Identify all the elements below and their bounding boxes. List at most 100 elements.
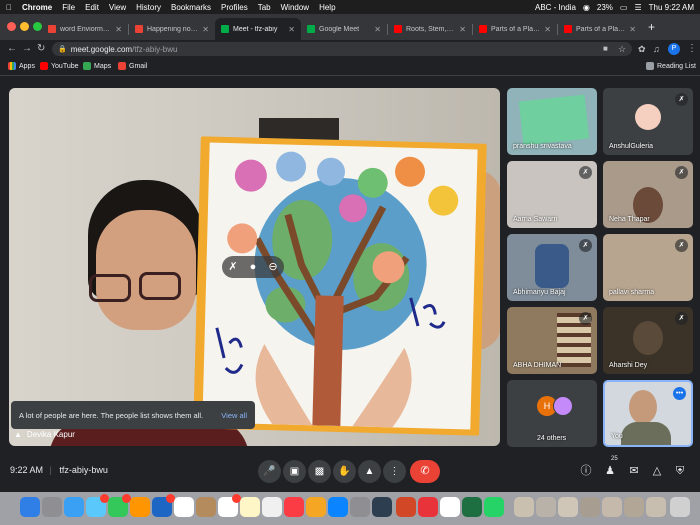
close-icon[interactable]: ✕: [629, 25, 636, 34]
people-icon[interactable]: ♟: [603, 463, 617, 479]
window-close-button[interactable]: [7, 22, 16, 31]
notes-icon[interactable]: [240, 497, 260, 517]
bookmark-gmail[interactable]: Gmail: [118, 62, 147, 70]
apple-icon[interactable]: : [6, 3, 12, 12]
tab-roots-stem[interactable]: Roots, Stem, Leave ✕: [388, 18, 472, 40]
view-all-button[interactable]: View all: [221, 411, 247, 420]
photos-icon[interactable]: [130, 497, 150, 517]
tab-meet-active[interactable]: Meet - tfz-abiy ✕: [215, 18, 301, 40]
meeting-details[interactable]: 9:22 AM | tfz-abiy-bwu: [10, 465, 108, 475]
recent-window-icon[interactable]: [602, 497, 622, 517]
participant-tile-abhimanyu[interactable]: ✗ Abhimanyu Bajaj: [507, 234, 597, 301]
finder-icon[interactable]: [20, 497, 40, 517]
mic-off-icon[interactable]: ✗: [226, 260, 240, 274]
participant-tile-abha[interactable]: ✗ ABHA DHIMAN: [507, 307, 597, 374]
close-icon[interactable]: ✕: [115, 25, 122, 34]
menu-bookmarks[interactable]: Bookmarks: [171, 3, 211, 12]
bookmark-maps[interactable]: Maps: [83, 62, 111, 70]
pin-icon[interactable]: ▲: [14, 430, 22, 439]
messages-icon[interactable]: [108, 494, 131, 517]
window-zoom-button[interactable]: [33, 22, 42, 31]
more-menu-icon[interactable]: ⋮: [687, 43, 697, 55]
menu-profiles[interactable]: Profiles: [221, 3, 248, 12]
participant-tile-anshul[interactable]: ✗ AnshulGuleria: [603, 88, 693, 155]
acrobat-icon[interactable]: [418, 497, 438, 517]
participant-tile-others[interactable]: H 24 others: [507, 380, 597, 447]
recent-window-icon[interactable]: [580, 497, 600, 517]
bookmark-youtube[interactable]: YouTube: [40, 62, 79, 70]
input-source-indicator[interactable]: ABC - India: [535, 3, 576, 12]
mic-icon[interactable]: ●: [246, 260, 260, 274]
recent-window-icon[interactable]: [536, 497, 556, 517]
participant-tile-neha[interactable]: ✗ Neha Thapar: [603, 161, 693, 228]
activities-icon[interactable]: △: [650, 463, 664, 479]
quicktime-icon[interactable]: [372, 497, 392, 517]
menu-edit[interactable]: Edit: [85, 3, 99, 12]
chat-icon[interactable]: ✉: [627, 463, 641, 479]
music-icon[interactable]: [284, 497, 304, 517]
camera-in-use-icon[interactable]: ■: [603, 43, 608, 55]
captions-button[interactable]: ▩: [308, 460, 331, 483]
menu-window[interactable]: Window: [281, 3, 309, 12]
participant-tile-aarna[interactable]: ✗ Aarna Sawarn: [507, 161, 597, 228]
host-controls-icon[interactable]: ⛨: [673, 463, 687, 479]
remove-icon[interactable]: ⊖: [266, 260, 280, 274]
participant-tile-pranshu[interactable]: pranshu srivastava: [507, 88, 597, 155]
calendar-icon[interactable]: [218, 494, 241, 517]
app-store-icon[interactable]: [328, 497, 348, 517]
close-icon[interactable]: ✕: [459, 25, 466, 34]
tab-parts-of-plant-2[interactable]: Parts of a Plant for ✕: [558, 18, 642, 40]
wifi-icon[interactable]: ◉: [583, 3, 590, 12]
excel-icon[interactable]: [462, 497, 482, 517]
back-arrow-icon[interactable]: ←: [7, 43, 17, 55]
camera-button[interactable]: ▣: [283, 460, 306, 483]
raise-hand-button[interactable]: ✋: [333, 460, 356, 483]
powerpoint-icon[interactable]: [396, 497, 416, 517]
microphone-button[interactable]: 🎤: [258, 460, 281, 483]
contacts-icon[interactable]: [196, 497, 216, 517]
tab-parts-of-plant-1[interactable]: Parts of a Plant for ✕: [473, 18, 557, 40]
extensions-icon[interactable]: ✿: [638, 43, 646, 55]
media-control-icon[interactable]: ♫: [653, 43, 660, 55]
launchpad-icon[interactable]: [42, 497, 62, 517]
more-options-icon[interactable]: •••: [673, 387, 686, 400]
battery-percent[interactable]: 23%: [597, 3, 613, 12]
menu-file[interactable]: File: [62, 3, 75, 12]
tab-word-environment[interactable]: word Enviorment d ✕: [42, 18, 128, 40]
address-bar[interactable]: 🔒 meet.google.com/tfz-abiy-bwu: [52, 42, 632, 56]
trash-icon[interactable]: [670, 497, 690, 517]
recent-window-icon[interactable]: [624, 497, 644, 517]
tab-happening-now[interactable]: Happening now: Pa ✕: [129, 18, 215, 40]
participant-tile-self[interactable]: ••• You: [603, 380, 693, 447]
recent-window-icon[interactable]: [558, 497, 578, 517]
safari-icon[interactable]: [64, 497, 84, 517]
recent-window-icon[interactable]: [514, 497, 534, 517]
participant-tile-pallavi[interactable]: ✗ pallavi sharma: [603, 234, 693, 301]
pencil-app-icon[interactable]: [306, 497, 326, 517]
bookmark-apps[interactable]: Apps: [8, 62, 35, 70]
close-icon[interactable]: ✕: [544, 25, 551, 34]
mail-icon[interactable]: [86, 494, 109, 517]
forward-arrow-icon[interactable]: →: [22, 43, 32, 55]
menu-history[interactable]: History: [136, 3, 161, 12]
menu-view[interactable]: View: [109, 3, 126, 12]
word-icon[interactable]: [152, 494, 175, 517]
whatsapp-icon[interactable]: [484, 497, 504, 517]
lock-icon[interactable]: 🔒: [58, 45, 67, 53]
control-center-icon[interactable]: ☰: [634, 3, 641, 12]
menu-help[interactable]: Help: [319, 3, 335, 12]
recent-window-icon[interactable]: [646, 497, 666, 517]
profile-avatar[interactable]: P: [668, 43, 680, 55]
chrome-app-icon[interactable]: [440, 497, 460, 517]
close-icon[interactable]: ✕: [288, 25, 295, 34]
meeting-info-icon[interactable]: ⓘ: [579, 463, 593, 479]
close-icon[interactable]: ✕: [202, 25, 209, 34]
reading-list-button[interactable]: Reading List: [646, 62, 696, 70]
close-icon[interactable]: ✕: [374, 25, 381, 34]
reminders-icon[interactable]: [262, 497, 282, 517]
chrome-icon[interactable]: [174, 497, 194, 517]
main-video-stage[interactable]: ✗ ● ⊖: [9, 88, 500, 446]
bookmark-star-icon[interactable]: ☆: [618, 43, 626, 55]
system-preferences-icon[interactable]: [350, 497, 370, 517]
more-options-button[interactable]: ⋮: [383, 460, 406, 483]
